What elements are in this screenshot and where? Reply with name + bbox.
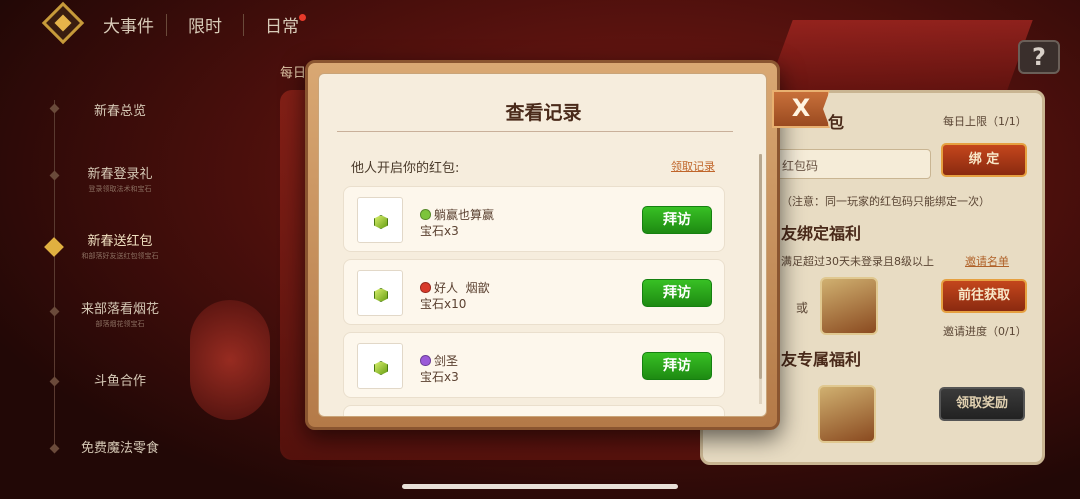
sidebar-marker (49, 170, 60, 181)
gem-icon (374, 361, 388, 375)
bind-welfare-title: 友绑定福利 (781, 224, 862, 243)
sidebar-item-red-packet[interactable]: 新春送红包 和部落好友送红包领宝石 (60, 230, 180, 261)
go-obtain-button[interactable]: 前往获取 (941, 279, 1027, 313)
sidebar-marker (49, 306, 60, 317)
tab-major-events[interactable]: 大事件 (103, 12, 154, 37)
view-records-dialog: 查看记录 他人开启你的红包: 领取记录 躺赢也算赢 宝石x3 拜访 好人 烟歆 … (305, 60, 780, 430)
sidebar-marker (49, 376, 60, 387)
reward-amount: 宝石x10 (420, 297, 467, 311)
event-logo-icon[interactable] (41, 1, 85, 45)
sidebar-item-label: 新春送红包 (87, 234, 153, 249)
record-row: 好人 烟歆 宝石x10 拜访 (343, 259, 725, 325)
claim-reward-button[interactable]: 领取奖励 (939, 387, 1025, 421)
sidebar-item-fireworks[interactable]: 来部落看烟花 部落烟花领宝石 (60, 298, 180, 329)
bind-button[interactable]: 绑 定 (941, 143, 1027, 177)
help-button[interactable]: ? (1018, 40, 1060, 74)
scrollbar-thumb[interactable] (759, 154, 762, 379)
notification-badge (299, 14, 306, 21)
dialog-divider (337, 131, 733, 132)
visit-button[interactable]: 拜访 (642, 352, 712, 380)
record-row: 剑圣 宝石x3 拜访 (343, 332, 725, 398)
requirement-text: 满足超过30天未登录且8级以上 (781, 255, 934, 268)
background-lantern (190, 300, 270, 420)
invite-progress-text: 邀请进度（0/1） (943, 325, 1027, 338)
sidebar-item-login-gift[interactable]: 新春登录礼 登录领取法术和宝石 (60, 163, 180, 194)
reward-amount: 宝石x3 (420, 370, 459, 384)
background-daily-text: 每日 (280, 66, 307, 81)
gem-reward-box (357, 270, 403, 316)
reward-character-image (820, 277, 878, 335)
or-text: 或 (796, 301, 809, 315)
sidebar-item-label: 斗鱼合作 (93, 374, 146, 389)
sidebar-marker (49, 443, 60, 454)
gem-icon (374, 215, 388, 229)
home-indicator[interactable] (402, 484, 678, 489)
exclusive-welfare-title: 友专属福利 (781, 350, 862, 369)
gem-reward-box (357, 343, 403, 389)
record-row: 躺赢也算赢 宝石x3 拜访 (343, 186, 725, 252)
player-name: 好人 烟歆 (434, 281, 490, 295)
invite-list-link[interactable]: 邀请名单 (965, 253, 1009, 269)
player-name-line: 剑圣 (420, 352, 458, 369)
player-name: 躺赢也算赢 (434, 208, 495, 222)
tab-limited-time[interactable]: 限时 (188, 12, 222, 37)
sidebar-item-label: 新春登录礼 (87, 167, 153, 182)
sidebar-item-magic-snack[interactable]: 免费魔法零食 (60, 437, 180, 456)
panel-title-fragment: 包 (828, 113, 845, 132)
tab-daily[interactable]: 日常 (265, 12, 299, 37)
reward-amount: 宝石x3 (420, 224, 459, 238)
sidebar-item-douyu[interactable]: 斗鱼合作 (60, 370, 180, 389)
records-section-label: 他人开启你的红包: (351, 161, 460, 176)
dialog-title: 查看记录 (505, 102, 582, 124)
top-tab-bar: 大事件 限时 日常 (0, 0, 1080, 50)
visit-button[interactable]: 拜访 (642, 279, 712, 307)
claim-record-link[interactable]: 领取记录 (671, 158, 715, 174)
gem-icon (374, 288, 388, 302)
daily-limit-text: 每日上限（1/1） (943, 115, 1027, 128)
record-row-partial (343, 405, 725, 416)
gem-reward-box (357, 197, 403, 243)
sidebar-line (54, 100, 55, 450)
dialog-paper: 查看记录 他人开启你的红包: 领取记录 躺赢也算赢 宝石x3 拜访 好人 烟歆 … (318, 73, 767, 417)
sidebar-item-label: 来部落看烟花 (80, 302, 159, 317)
sidebar-item-sub: 登录领取法术和宝石 (88, 185, 152, 193)
league-badge-icon (420, 209, 431, 220)
sidebar-item-sub: 部落烟花领宝石 (95, 320, 145, 328)
sidebar-marker (49, 103, 60, 114)
close-button[interactable]: X (772, 90, 830, 128)
sidebar-item-sub: 和部落好友送红包领宝石 (81, 252, 159, 260)
visit-button[interactable]: 拜访 (642, 206, 712, 234)
sidebar-item-overview[interactable]: 新春总览 (60, 100, 180, 119)
tab-separator (243, 14, 244, 36)
sidebar-item-label: 新春总览 (93, 104, 146, 119)
league-badge-icon (420, 355, 431, 366)
red-packet-code-input[interactable]: 红包码 (773, 149, 931, 179)
player-name-line: 好人 烟歆 (420, 279, 490, 296)
sidebar-item-label: 免费魔法零食 (80, 441, 159, 456)
player-name-line: 躺赢也算赢 (420, 206, 494, 223)
tab-separator (166, 14, 167, 36)
sidebar: 新春总览 新春登录礼 登录领取法术和宝石 新春送红包 和部落好友送红包领宝石 来… (0, 50, 190, 499)
bind-note: （注意：同一玩家的红包码只能绑定一次） (781, 195, 990, 208)
league-badge-icon (420, 282, 431, 293)
reward-chest-image (818, 385, 876, 443)
player-name: 剑圣 (434, 354, 459, 368)
